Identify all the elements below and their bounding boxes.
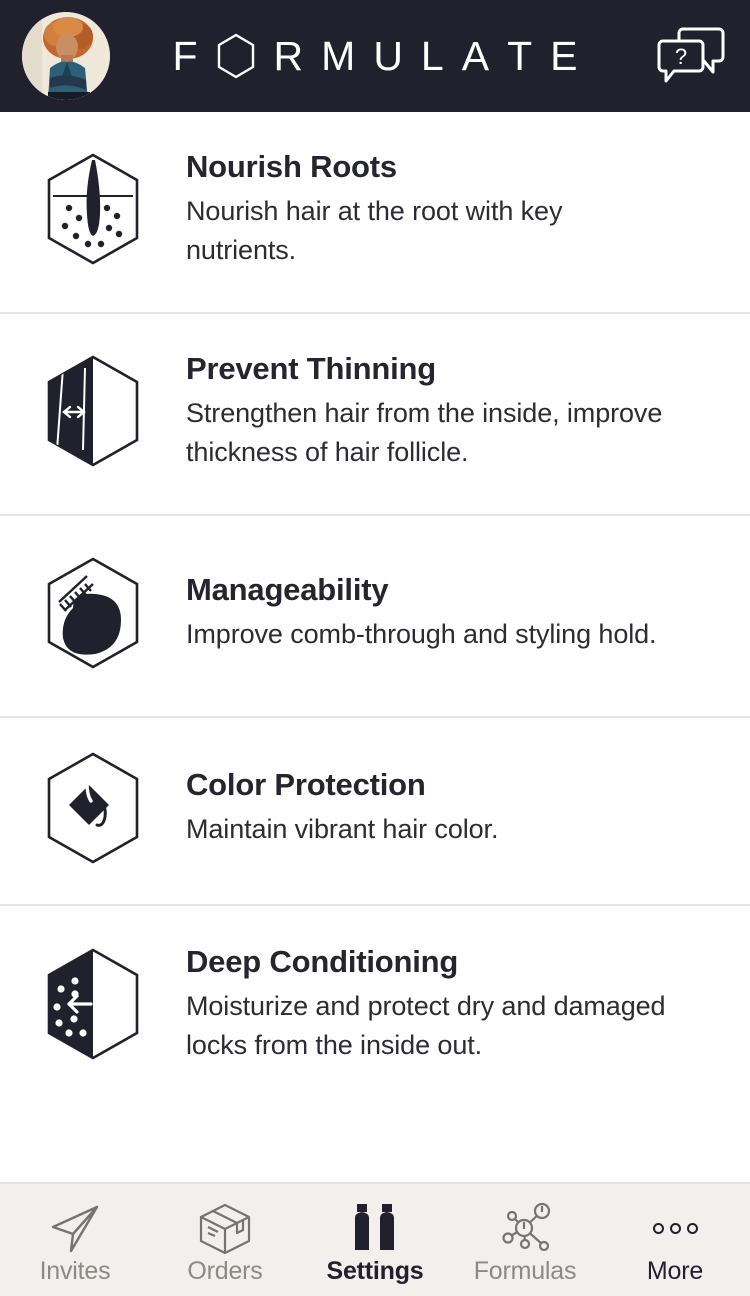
moisture-droplets-hexagon-icon: [0, 906, 186, 1108]
app-screen: F R M U L A T E ? Nourish Roots Nourish …: [0, 0, 750, 1296]
color-dye-drop-hexagon-icon: [0, 718, 186, 904]
wordmark-letter-e: E: [550, 32, 578, 79]
wordmark-letter-u: U: [373, 32, 403, 79]
hair-follicle-root-hexagon-icon: [0, 112, 186, 312]
package-box-icon: [197, 1201, 253, 1257]
tab-label-settings: Settings: [326, 1256, 424, 1285]
benefit-description: Moisturize and protect dry and damaged l…: [186, 990, 666, 1061]
benefit-text-block: Manageability Improve comb-through and s…: [186, 573, 726, 655]
tab-label-invites: Invites: [39, 1256, 111, 1285]
benefit-text-block: Nourish Roots Nourish hair at the root w…: [186, 148, 726, 271]
benefit-text-block: Deep Conditioning Moisturize and protect…: [186, 943, 726, 1066]
benefit-description: Maintain vibrant hair color.: [186, 814, 499, 845]
tab-formulas[interactable]: Formulas: [450, 1184, 600, 1296]
wordmark-letter-t: T: [507, 32, 533, 79]
bottom-tab-bar: Invites Orders Settings Formulas More: [0, 1182, 750, 1296]
dot-3: [686, 1223, 698, 1234]
benefit-row-nourish-roots[interactable]: Nourish Roots Nourish hair at the root w…: [0, 112, 750, 314]
benefit-title: Nourish Roots: [186, 148, 397, 184]
benefit-title: Manageability: [186, 572, 389, 608]
paper-plane-icon: [47, 1201, 103, 1257]
benefit-description: Strengthen hair from the inside, improve…: [186, 397, 663, 468]
wordmark-hexagon-o-icon: [207, 33, 265, 79]
benefit-row-prevent-thinning[interactable]: Prevent Thinning Strengthen hair from th…: [0, 314, 750, 516]
tab-more[interactable]: More: [600, 1184, 750, 1296]
thickness-arrow-hexagon-icon: [0, 314, 186, 514]
brand-wordmark: F R M U L A T E: [0, 0, 750, 112]
benefit-title: Prevent Thinning: [186, 350, 436, 386]
benefit-description: Improve comb-through and styling hold.: [186, 619, 657, 650]
benefit-title: Deep Conditioning: [186, 943, 459, 979]
benefit-row-color-protection[interactable]: Color Protection Maintain vibrant hair c…: [0, 718, 750, 906]
tab-label-formulas: Formulas: [473, 1256, 577, 1285]
tab-label-orders: Orders: [187, 1256, 263, 1285]
two-bottles-icon: [347, 1201, 403, 1257]
benefit-text-block: Prevent Thinning Strengthen hair from th…: [186, 350, 726, 473]
app-header: F R M U L A T E ?: [0, 0, 750, 112]
wordmark-letter-f: F: [172, 32, 198, 79]
tab-label-more: More: [646, 1256, 704, 1285]
benefit-title: Color Protection: [186, 767, 426, 803]
molecule-network-icon: [496, 1201, 554, 1257]
wordmark-letter-r: R: [273, 32, 304, 79]
benefit-row-deep-conditioning[interactable]: Deep Conditioning Moisturize and protect…: [0, 906, 750, 1108]
profile-avatar[interactable]: [22, 12, 110, 100]
three-dots-icon: [652, 1201, 698, 1257]
dot-2: [669, 1223, 681, 1234]
benefit-text-block: Color Protection Maintain vibrant hair c…: [186, 768, 726, 850]
tab-orders[interactable]: Orders: [150, 1184, 300, 1296]
svg-text:?: ?: [675, 44, 687, 69]
help-chat-button[interactable]: ?: [654, 22, 728, 90]
dot-1: [652, 1223, 664, 1234]
benefit-description: Nourish hair at the root with key nutrie…: [186, 195, 563, 266]
benefit-row-manageability[interactable]: Manageability Improve comb-through and s…: [0, 516, 750, 718]
comb-hair-hexagon-icon: [0, 516, 186, 716]
wordmark-letter-l: L: [420, 32, 444, 79]
benefits-list: Nourish Roots Nourish hair at the root w…: [0, 112, 750, 1182]
chat-question-icon: ?: [657, 23, 725, 90]
wordmark-letter-m: M: [321, 32, 356, 79]
tab-invites[interactable]: Invites: [0, 1184, 150, 1296]
wordmark-letter-a: A: [461, 32, 490, 79]
tab-settings[interactable]: Settings: [300, 1184, 450, 1296]
